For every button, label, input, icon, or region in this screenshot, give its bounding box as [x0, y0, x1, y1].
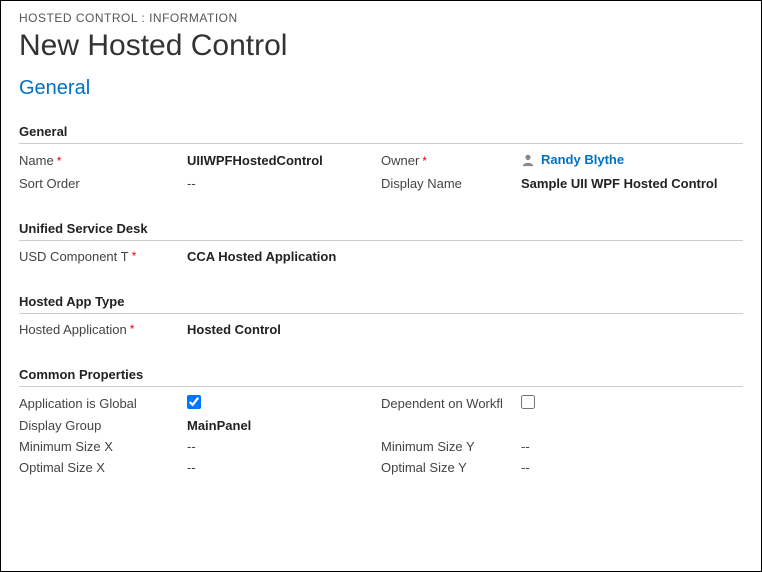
- section-header-common: Common Properties: [19, 361, 743, 387]
- section-header-hosted-app: Hosted App Type: [19, 288, 743, 314]
- owner-label: Owner *: [381, 153, 521, 168]
- display-name-field[interactable]: Sample UII WPF Hosted Control: [521, 176, 743, 191]
- dependent-checkbox[interactable]: [521, 395, 535, 409]
- page-title: New Hosted Control: [19, 29, 743, 63]
- min-y-field[interactable]: --: [521, 439, 743, 454]
- hosted-application-label-text: Hosted Application: [19, 322, 127, 337]
- display-group-field[interactable]: MainPanel: [187, 418, 381, 433]
- app-global-checkbox[interactable]: [187, 395, 201, 409]
- owner-value: Randy Blythe: [541, 152, 624, 167]
- sort-order-label: Sort Order: [19, 176, 187, 191]
- dependent-label: Dependent on Workfl: [381, 396, 521, 411]
- section-header-general: General: [19, 118, 743, 144]
- name-label-text: Name: [19, 153, 54, 168]
- min-y-label: Minimum Size Y: [381, 439, 521, 454]
- usd-component-label: USD Component T *: [19, 249, 187, 264]
- usd-component-field[interactable]: CCA Hosted Application: [187, 249, 381, 264]
- required-icon: *: [422, 154, 427, 168]
- breadcrumb: HOSTED CONTROL : INFORMATION: [19, 11, 743, 25]
- hosted-application-label: Hosted Application *: [19, 322, 187, 337]
- display-group-label: Display Group: [19, 418, 187, 433]
- app-global-label: Application is Global: [19, 396, 187, 411]
- section-common: Common Properties Application is Global …: [19, 361, 743, 475]
- app-global-field[interactable]: [187, 395, 381, 412]
- usd-component-label-text: USD Component T: [19, 249, 129, 264]
- owner-label-text: Owner: [381, 153, 419, 168]
- tab-general[interactable]: General: [19, 77, 743, 100]
- required-icon: *: [130, 322, 135, 336]
- required-icon: *: [132, 249, 137, 263]
- opt-y-field[interactable]: --: [521, 460, 743, 475]
- section-general: General Name * UIIWPFHostedControl Owner…: [19, 118, 743, 191]
- section-usd: Unified Service Desk USD Component T * C…: [19, 215, 743, 264]
- opt-y-label: Optimal Size Y: [381, 460, 521, 475]
- required-icon: *: [57, 154, 62, 168]
- dependent-field[interactable]: [521, 395, 743, 412]
- section-header-usd: Unified Service Desk: [19, 215, 743, 241]
- min-x-field[interactable]: --: [187, 439, 381, 454]
- opt-x-field[interactable]: --: [187, 460, 381, 475]
- hosted-application-field[interactable]: Hosted Control: [187, 322, 381, 337]
- sort-order-field[interactable]: --: [187, 176, 381, 191]
- opt-x-label: Optimal Size X: [19, 460, 187, 475]
- section-hosted-app: Hosted App Type Hosted Application * Hos…: [19, 288, 743, 337]
- name-field[interactable]: UIIWPFHostedControl: [187, 153, 381, 168]
- owner-field[interactable]: Randy Blythe: [521, 152, 743, 170]
- person-icon: [521, 153, 535, 167]
- min-x-label: Minimum Size X: [19, 439, 187, 454]
- display-name-label: Display Name: [381, 176, 521, 191]
- name-label: Name *: [19, 153, 187, 168]
